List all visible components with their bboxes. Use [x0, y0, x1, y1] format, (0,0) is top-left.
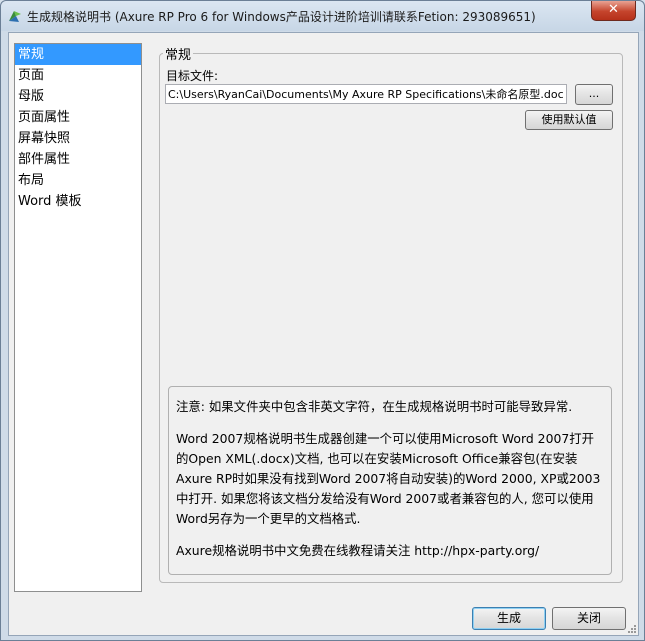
target-file-input[interactable]	[165, 84, 567, 104]
window-close-button[interactable]: ✕	[591, 1, 636, 21]
dialog-window: 生成规格说明书 (Axure RP Pro 6 for Windows产品设计进…	[0, 0, 645, 641]
general-group-title: 常规	[163, 44, 194, 63]
close-button[interactable]: 关闭	[552, 607, 626, 630]
dialog-client-area: 常规 页面 母版 页面属性 屏幕快照 部件属性 布局 Word 模板 常规 目标…	[8, 32, 639, 636]
note-word-2007-text: Word 2007规格说明书生成器创建一个可以使用Microsoft Word …	[176, 431, 601, 526]
title-bar[interactable]: 生成规格说明书 (Axure RP Pro 6 for Windows产品设计进…	[1, 1, 644, 31]
resize-grip-icon[interactable]	[626, 623, 636, 633]
note-tutorial-text: Axure规格说明书中文免费在线教程请关注 http://hpx-party.o…	[176, 543, 540, 558]
target-file-label: 目标文件:	[166, 69, 219, 83]
generate-button[interactable]: 生成	[472, 607, 546, 630]
category-item-masters[interactable]: 母版	[15, 86, 141, 107]
category-item-layout[interactable]: 布局	[15, 170, 141, 191]
category-item-word-template[interactable]: Word 模板	[15, 191, 141, 212]
category-list[interactable]: 常规 页面 母版 页面属性 屏幕快照 部件属性 布局 Word 模板	[14, 43, 142, 592]
category-item-general[interactable]: 常规	[15, 44, 141, 65]
browse-button[interactable]: ...	[575, 84, 613, 105]
category-item-page-properties[interactable]: 页面属性	[15, 107, 141, 128]
window-title: 生成规格说明书 (Axure RP Pro 6 for Windows产品设计进…	[27, 10, 536, 24]
category-item-widget-properties[interactable]: 部件属性	[15, 149, 141, 170]
app-icon	[9, 11, 21, 22]
note-box: 注意: 如果文件夹中包含非英文字符，在生成规格说明书时可能导致异常. Word …	[168, 386, 612, 575]
use-default-button[interactable]: 使用默认值	[525, 110, 613, 130]
category-item-pages[interactable]: 页面	[15, 65, 141, 86]
category-item-screenshots[interactable]: 屏幕快照	[15, 128, 141, 149]
note-warning-text: 注意: 如果文件夹中包含非英文字符，在生成规格说明书时可能导致异常.	[176, 399, 573, 414]
